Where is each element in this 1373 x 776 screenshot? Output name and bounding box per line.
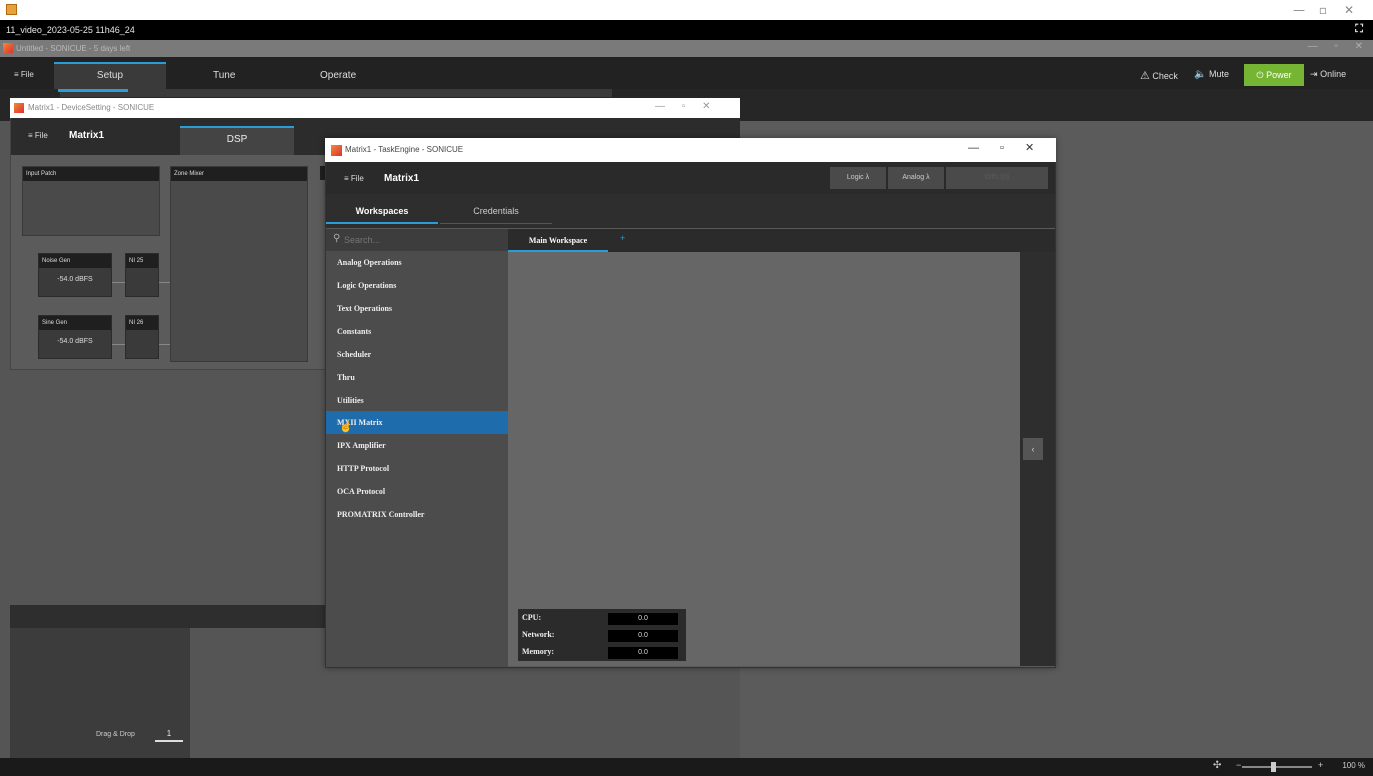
sine-gen-label: Sine Gen — [39, 316, 111, 330]
hand-cursor-icon: ☝ — [339, 421, 353, 433]
tab-workspaces[interactable]: Workspaces — [326, 198, 438, 224]
fit-icon[interactable]: ✣ — [1213, 760, 1221, 771]
player-app-icon — [6, 4, 17, 15]
device-setting-title: Matrix1 - DeviceSetting - SONICUE — [10, 98, 740, 118]
maximize-icon[interactable]: ▫ — [1314, 3, 1332, 17]
input-patch-label: Input Patch — [23, 167, 159, 181]
noise-gen-port-label: NI 25 — [126, 254, 158, 268]
noise-gen-label: Noise Gen — [39, 254, 111, 268]
memory-value: 0.0 — [608, 647, 678, 659]
noise-gen-connector — [112, 282, 125, 283]
zoom-level: 100 % — [1342, 761, 1365, 770]
zoom-out-icon[interactable]: − — [1236, 760, 1241, 770]
search-icon: ⚲ — [333, 233, 341, 244]
memory-label: Memory: — [522, 647, 554, 656]
sine-gen-connector — [112, 344, 125, 345]
task-engine-file-menu[interactable]: ≡ File — [344, 174, 364, 183]
close-icon[interactable]: ✕ — [1340, 3, 1358, 17]
task-engine-window-controls[interactable]: — ▫ ✕ — [968, 141, 1034, 154]
category-analog-operations[interactable]: Analog Operations — [326, 251, 508, 274]
sine-gen-port[interactable]: NI 26 — [125, 315, 159, 359]
category-mxii-matrix[interactable]: MXII Matrix — [326, 411, 508, 434]
network-label: Network: — [522, 630, 555, 639]
status-bar — [0, 758, 1373, 776]
screen: — ▫ ✕ 11_video_2023-05-25 11h46_24 ⛶ Unt… — [0, 0, 1373, 776]
sine-gen-block[interactable]: Sine Gen -54.0 dBFS — [38, 315, 112, 359]
tab-credentials[interactable]: Credentials — [440, 198, 552, 224]
device-setting-window-controls[interactable]: — ▫ ✕ — [655, 101, 710, 112]
category-thru[interactable]: Thru — [326, 366, 508, 389]
sine-gen-port-label: NI 26 — [126, 316, 158, 330]
zone-mixer-panel[interactable]: Zone Mixer — [170, 166, 308, 362]
zoom-slider[interactable] — [1242, 766, 1312, 768]
player-titlebar — [0, 0, 1373, 20]
diffs-button[interactable]: Diffs (0) — [946, 167, 1048, 189]
category-list: Analog Operations Logic Operations Text … — [326, 251, 508, 667]
fullscreen-icon[interactable]: ⛶ — [1355, 23, 1363, 36]
noise-gen-block[interactable]: Noise Gen -54.0 dBFS — [38, 253, 112, 297]
video-title: 11_video_2023-05-25 11h46_24 — [0, 20, 1373, 40]
noise-gen-link — [159, 282, 170, 283]
app-window-controls[interactable]: — ▫ ✕ — [1308, 41, 1363, 52]
input-patch-panel[interactable]: Input Patch — [22, 166, 160, 236]
app-title: Untitled - SONICUE - 5 days left — [0, 40, 1373, 57]
category-scheduler[interactable]: Scheduler — [326, 343, 508, 366]
sine-gen-link — [159, 344, 170, 345]
collapse-panel-button[interactable]: ‹ — [1023, 438, 1043, 460]
task-engine-device-name: Matrix1 — [384, 173, 420, 184]
drag-drop-label: Drag & Drop — [96, 731, 135, 738]
device-name: Matrix1 — [69, 130, 105, 141]
cpu-value: 0.0 — [608, 613, 678, 625]
sonicue-logo-icon — [331, 145, 342, 156]
online-icon: ⇥ — [1310, 69, 1318, 79]
category-ipx-amplifier[interactable]: IPX Amplifier — [326, 434, 508, 457]
category-logic-operations[interactable]: Logic Operations — [326, 274, 508, 297]
lower-toolbar — [10, 605, 326, 628]
sonicue-logo-icon — [14, 103, 24, 113]
drag-drop-count[interactable]: 1 — [155, 729, 183, 742]
mute-button[interactable]: 🔈 Mute — [1194, 69, 1229, 80]
online-button[interactable]: ⇥ Online — [1310, 69, 1346, 80]
workspace-canvas[interactable] — [508, 252, 1020, 666]
sine-gen-value: -54.0 dBFS — [57, 338, 93, 345]
device-strip-selected — [58, 89, 128, 92]
minimize-icon[interactable]: — — [1290, 3, 1308, 17]
category-text-operations[interactable]: Text Operations — [326, 297, 508, 320]
device-setting-file-menu[interactable]: ≡ File — [28, 131, 48, 140]
sonicue-logo-icon — [3, 43, 13, 53]
power-icon: ⏻ — [1256, 70, 1264, 80]
noise-gen-port[interactable]: NI 25 — [125, 253, 159, 297]
analog-lambda-button[interactable]: Analog λ — [888, 167, 944, 189]
search-input[interactable] — [342, 229, 502, 251]
zone-mixer-label: Zone Mixer — [171, 167, 307, 181]
tab-operate[interactable]: Operate — [320, 70, 356, 81]
task-engine-title: Matrix1 - TaskEngine - SONICUE — [325, 138, 1056, 162]
search-box[interactable]: ⚲ — [326, 229, 508, 251]
category-oca-protocol[interactable]: OCA Protocol — [326, 480, 508, 503]
warning-icon: ⚠ — [1140, 70, 1150, 82]
tab-main-workspace[interactable]: Main Workspace — [508, 229, 608, 252]
zoom-slider-handle[interactable] — [1271, 762, 1276, 772]
category-http-protocol[interactable]: HTTP Protocol — [326, 457, 508, 480]
device-strip — [60, 89, 612, 97]
category-constants[interactable]: Constants — [326, 320, 508, 343]
zoom-in-icon[interactable]: + — [1318, 760, 1323, 770]
add-workspace-icon[interactable]: + — [620, 233, 625, 243]
network-value: 0.0 — [608, 630, 678, 642]
noise-gen-value: -54.0 dBFS — [57, 276, 93, 283]
power-button[interactable]: ⏻ Power — [1244, 64, 1304, 86]
stats-panel: CPU: 0.0 Network: 0.0 Memory: 0.0 — [518, 609, 686, 661]
cpu-label: CPU: — [522, 613, 542, 622]
logic-lambda-button[interactable]: Logic λ — [830, 167, 886, 189]
file-menu[interactable]: ≡ File — [14, 70, 34, 79]
tab-setup[interactable]: Setup — [54, 62, 166, 89]
speaker-icon: 🔈 — [1194, 69, 1207, 80]
tab-dsp[interactable]: DSP — [180, 126, 294, 155]
tab-tune[interactable]: Tune — [213, 70, 235, 81]
check-button[interactable]: ⚠ Check — [1140, 69, 1178, 82]
category-promatrix-controller[interactable]: PROMATRIX Controller — [326, 503, 508, 526]
category-utilities[interactable]: Utilities — [326, 389, 508, 412]
